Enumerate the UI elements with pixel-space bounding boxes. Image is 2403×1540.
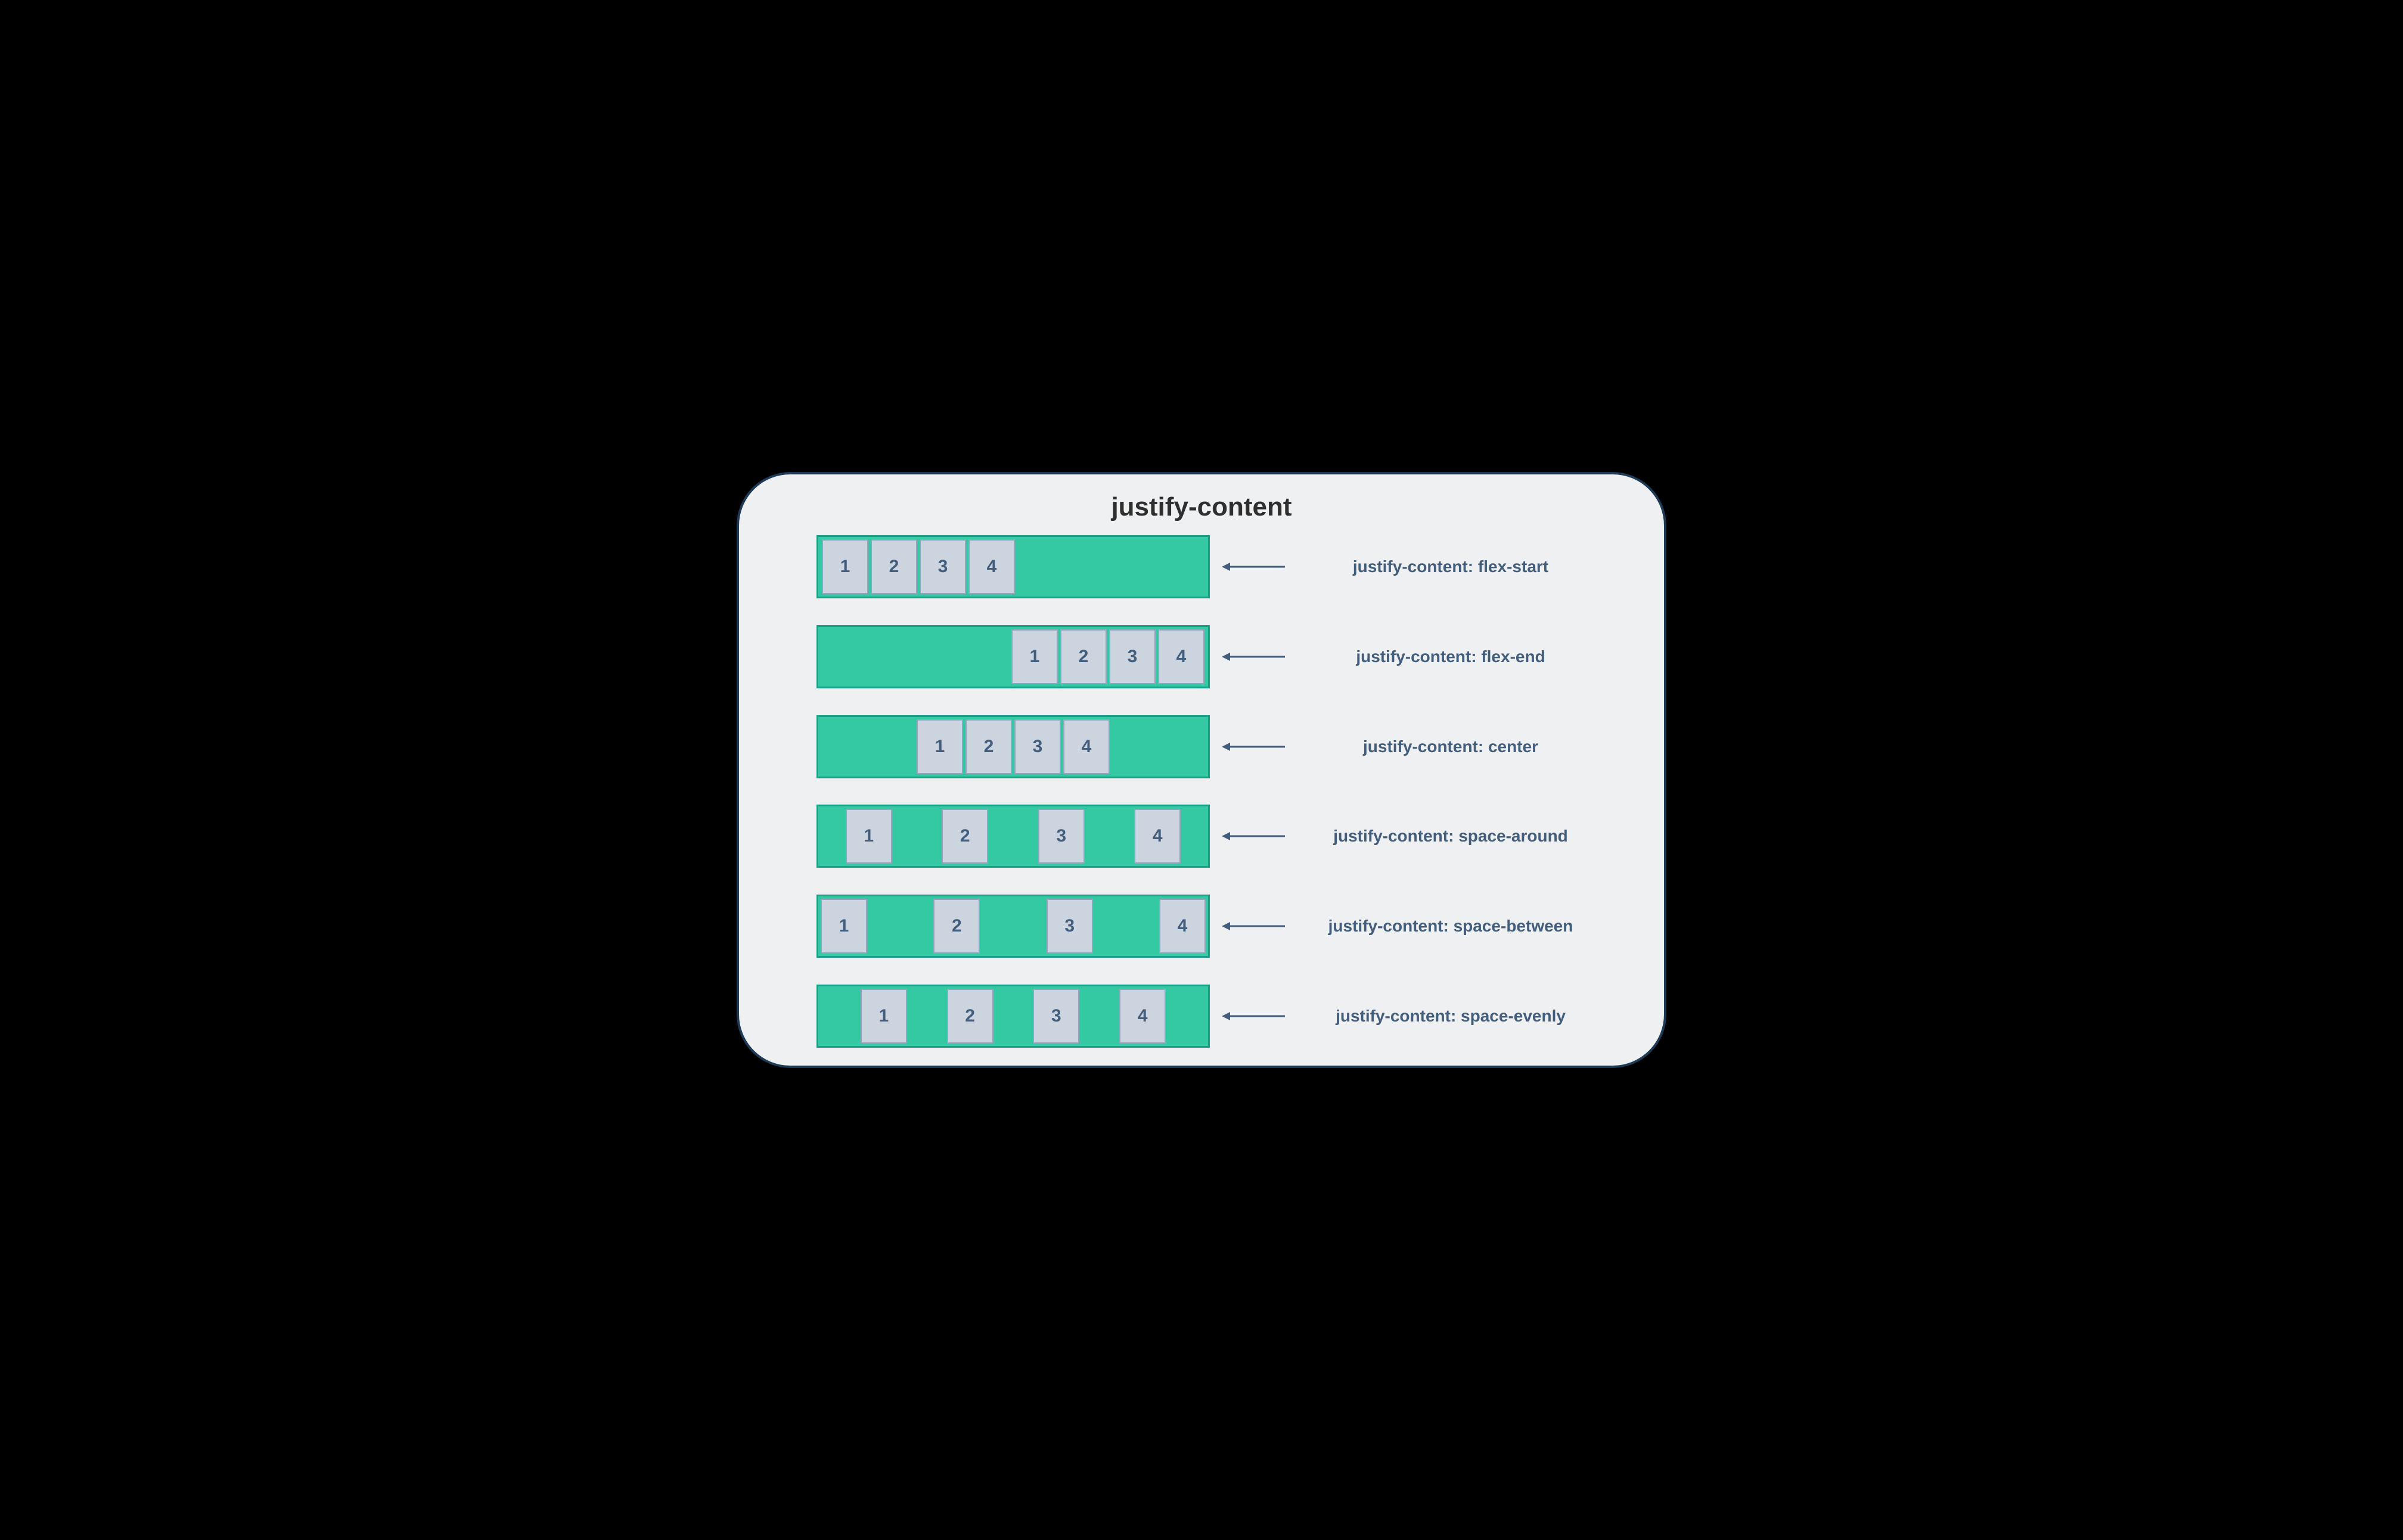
arrow-left-icon	[1221, 560, 1286, 574]
arrow-left-icon	[1221, 1009, 1286, 1023]
example-label-area: justify-content: space-evenly	[1297, 1007, 1604, 1026]
arrow-left-icon	[1221, 740, 1286, 754]
flex-container-space-between: 1 2 3 4	[816, 895, 1210, 958]
flex-item: 2	[871, 539, 917, 594]
flex-item: 4	[1063, 719, 1110, 774]
flex-container-center: 1 2 3 4	[816, 715, 1210, 778]
examples-list: 1 2 3 4 justify-content: flex-start 1 2 …	[763, 535, 1640, 1048]
flex-item: 3	[920, 539, 966, 594]
example-row: 1 2 3 4 justify-content: flex-end	[816, 625, 1604, 688]
flex-container-space-around: 1 2 3 4	[816, 805, 1210, 868]
arrow-left-icon	[1221, 829, 1286, 843]
example-label-area: justify-content: space-between	[1297, 917, 1604, 936]
example-row: 1 2 3 4 justify-content: space-evenly	[816, 985, 1604, 1048]
flex-item: 4	[968, 539, 1015, 594]
flex-container-flex-start: 1 2 3 4	[816, 535, 1210, 598]
flex-item: 3	[1047, 899, 1093, 954]
flex-item: 2	[947, 989, 994, 1044]
flex-item: 2	[965, 719, 1012, 774]
example-row: 1 2 3 4 justify-content: flex-start	[816, 535, 1604, 598]
example-label-area: justify-content: flex-end	[1297, 647, 1604, 666]
flex-item: 2	[933, 899, 980, 954]
flex-item: 4	[1159, 899, 1206, 954]
arrow-left-icon	[1221, 919, 1286, 933]
flex-item: 1	[821, 899, 867, 954]
flex-item: 2	[942, 809, 988, 864]
example-label: justify-content: flex-start	[1353, 557, 1548, 576]
flex-item: 3	[1033, 989, 1079, 1044]
flex-item: 2	[1060, 629, 1107, 684]
example-label-area: justify-content: space-around	[1297, 827, 1604, 846]
flex-item: 4	[1134, 809, 1181, 864]
flex-item: 1	[846, 809, 892, 864]
flex-item: 1	[917, 719, 963, 774]
flex-item: 4	[1119, 989, 1166, 1044]
arrow-left-icon	[1221, 650, 1286, 664]
example-label-area: justify-content: flex-start	[1297, 557, 1604, 576]
flex-item: 3	[1109, 629, 1156, 684]
flex-item: 4	[1158, 629, 1204, 684]
diagram-title: justify-content	[763, 492, 1640, 522]
example-label: justify-content: space-around	[1333, 827, 1568, 845]
flex-item: 1	[822, 539, 868, 594]
example-row: 1 2 3 4 justify-content: center	[816, 715, 1604, 778]
example-row: 1 2 3 4 justify-content: space-around	[816, 805, 1604, 868]
flex-item: 1	[1011, 629, 1058, 684]
flex-item: 3	[1038, 809, 1085, 864]
flex-item: 3	[1014, 719, 1061, 774]
example-label: justify-content: space-evenly	[1336, 1007, 1566, 1025]
flex-container-space-evenly: 1 2 3 4	[816, 985, 1210, 1048]
example-label: justify-content: center	[1363, 737, 1538, 756]
flex-item: 1	[861, 989, 907, 1044]
example-label-area: justify-content: center	[1297, 737, 1604, 756]
example-label: justify-content: space-between	[1328, 917, 1573, 935]
flex-container-flex-end: 1 2 3 4	[816, 625, 1210, 688]
example-label: justify-content: flex-end	[1356, 647, 1545, 666]
diagram-card: justify-content 1 2 3 4 justify-content:…	[737, 472, 1666, 1068]
example-row: 1 2 3 4 justify-content: space-between	[816, 895, 1604, 958]
